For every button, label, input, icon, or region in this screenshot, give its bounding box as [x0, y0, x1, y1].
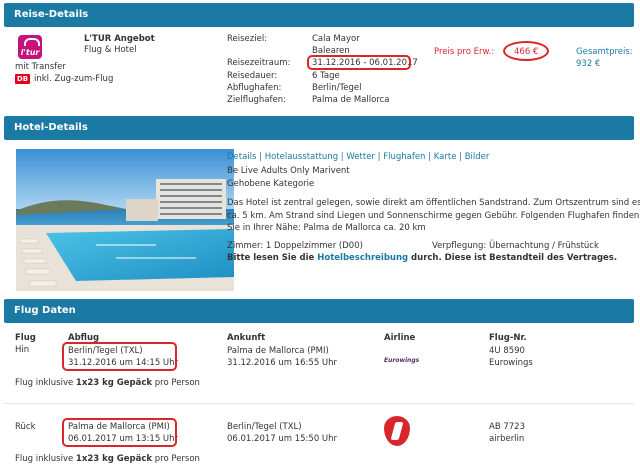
eurowings-logo: Eurowings: [384, 357, 420, 364]
preis-label: Preis pro Erw.:: [434, 47, 495, 57]
rueck-ankunft-zeit: 06.01.2017 um 15:50 Uhr: [227, 434, 338, 444]
abflughafen-label: Abflughafen:: [227, 83, 282, 93]
hotel-description-2: ca. 5 km. Am Strand sind Liegen und Sonn…: [227, 211, 640, 221]
flight-divider: [4, 403, 634, 404]
col-ankunft: Ankunft: [227, 333, 266, 343]
rueck-airline: airberlin: [489, 434, 525, 444]
rueck-gepaeck-pre: Flug inklusive: [15, 454, 76, 464]
notice-post: durch. Diese ist Bestandteil des Vertrag…: [408, 253, 618, 263]
verpflegung-text: Verpflegung: Übernachtung / Frühstück: [432, 241, 599, 251]
zielflughafen-label: Zielflughafen:: [227, 95, 286, 105]
offer-type: Flug & Hotel: [84, 45, 137, 55]
reisezeitraum-label: Reisezeitraum:: [227, 58, 291, 68]
hotel-link-karte[interactable]: Karte: [434, 152, 457, 162]
rueck-gepaeck-bold: 1x23 kg Gepäck: [75, 454, 153, 464]
db-logo: DB: [15, 74, 30, 84]
provider-name: L'TUR Angebot: [84, 34, 155, 44]
hotel-description-3: Sie in Ihrer Nähe: Palma de Mallorca ca.…: [227, 223, 426, 233]
zielflughafen-value: Palma de Mallorca: [312, 95, 390, 105]
notice-pre: Bitte lesen Sie die: [227, 253, 318, 263]
hin-ankunft-zeit: 31.12.2016 um 16:55 Uhr: [227, 358, 338, 368]
highlight-reisezeitraum: [307, 55, 411, 70]
rueck-gepaeck-post: pro Person: [152, 454, 200, 464]
hotel-links: Details | Hotelausstattung | Wetter | Fl…: [227, 152, 490, 162]
hotel-description-1: Das Hotel ist zentral gelegen, sowie dir…: [227, 198, 640, 208]
hin-gepaeck-post: pro Person: [152, 378, 200, 388]
gesamtpreis-label: Gesamtpreis:: [576, 47, 633, 57]
abflughafen-value: Berlin/Tegel: [312, 83, 362, 93]
flug-daten-header: Flug Daten: [4, 299, 634, 323]
reise-details-header: Reise-Details: [4, 3, 634, 27]
gesamtpreis-value: 932 €: [576, 59, 601, 69]
reiseziel-value-1: Cala Mayor: [312, 34, 360, 44]
hotel-notice: Bitte lesen Sie die Hotelbeschreibung du…: [227, 253, 617, 263]
hin-gepaeck-pre: Flug inklusive: [15, 378, 76, 388]
hin-airline: Eurowings: [489, 358, 533, 368]
hotel-photo: [16, 149, 234, 291]
reisedauer-label: Reisedauer:: [227, 71, 278, 81]
hin-gepaeck: Flug inklusive 1x23 kg Gepäck pro Person: [15, 378, 200, 388]
hotel-link-ausstattung[interactable]: Hotelausstattung: [265, 152, 338, 162]
zimmer-text: Zimmer: 1 Doppelzimmer (D00): [227, 241, 363, 251]
reisedauer-value: 6 Tage: [312, 71, 340, 81]
hotel-details-header: Hotel-Details: [4, 116, 634, 140]
hin-label: Hin: [15, 345, 30, 355]
hin-flugnr: 4U 8590: [489, 346, 525, 356]
col-airline: Airline: [384, 333, 416, 343]
transfer-text: mit Transfer: [15, 62, 66, 72]
hin-ankunft-ort: Palma de Mallorca (PMI): [227, 346, 329, 356]
reiseziel-label: Reiseziel:: [227, 34, 268, 44]
hotelbeschreibung-link[interactable]: Hotelbeschreibung: [317, 253, 408, 263]
rueck-flugnr: AB 7723: [489, 422, 525, 432]
hotel-link-flughafen[interactable]: Flughafen: [383, 152, 425, 162]
hotel-link-bilder[interactable]: Bilder: [465, 152, 490, 162]
hin-gepaeck-bold: 1x23 kg Gepäck: [75, 378, 153, 388]
hotel-link-details[interactable]: Details: [227, 152, 256, 162]
col-flug: Flug: [15, 333, 36, 343]
highlight-rueck-abflug: [62, 418, 177, 447]
rueck-ankunft-ort: Berlin/Tegel (TXL): [227, 422, 302, 432]
rueck-label: Rück: [15, 422, 36, 432]
highlight-hin-abflug: [62, 342, 177, 371]
train-text: inkl. Zug-zum-Flug: [34, 74, 114, 84]
hotel-name: Be Live Adults Only Marivent: [227, 166, 350, 176]
airberlin-logo: [384, 416, 410, 446]
highlight-preis: [503, 41, 549, 61]
hotel-category: Gehobene Kategorie: [227, 179, 315, 189]
col-flugnr: Flug-Nr.: [489, 333, 527, 343]
hotel-link-wetter[interactable]: Wetter: [346, 152, 375, 162]
rueck-gepaeck: Flug inklusive 1x23 kg Gepäck pro Person: [15, 454, 200, 464]
ltur-logo: l'tur: [18, 35, 42, 59]
